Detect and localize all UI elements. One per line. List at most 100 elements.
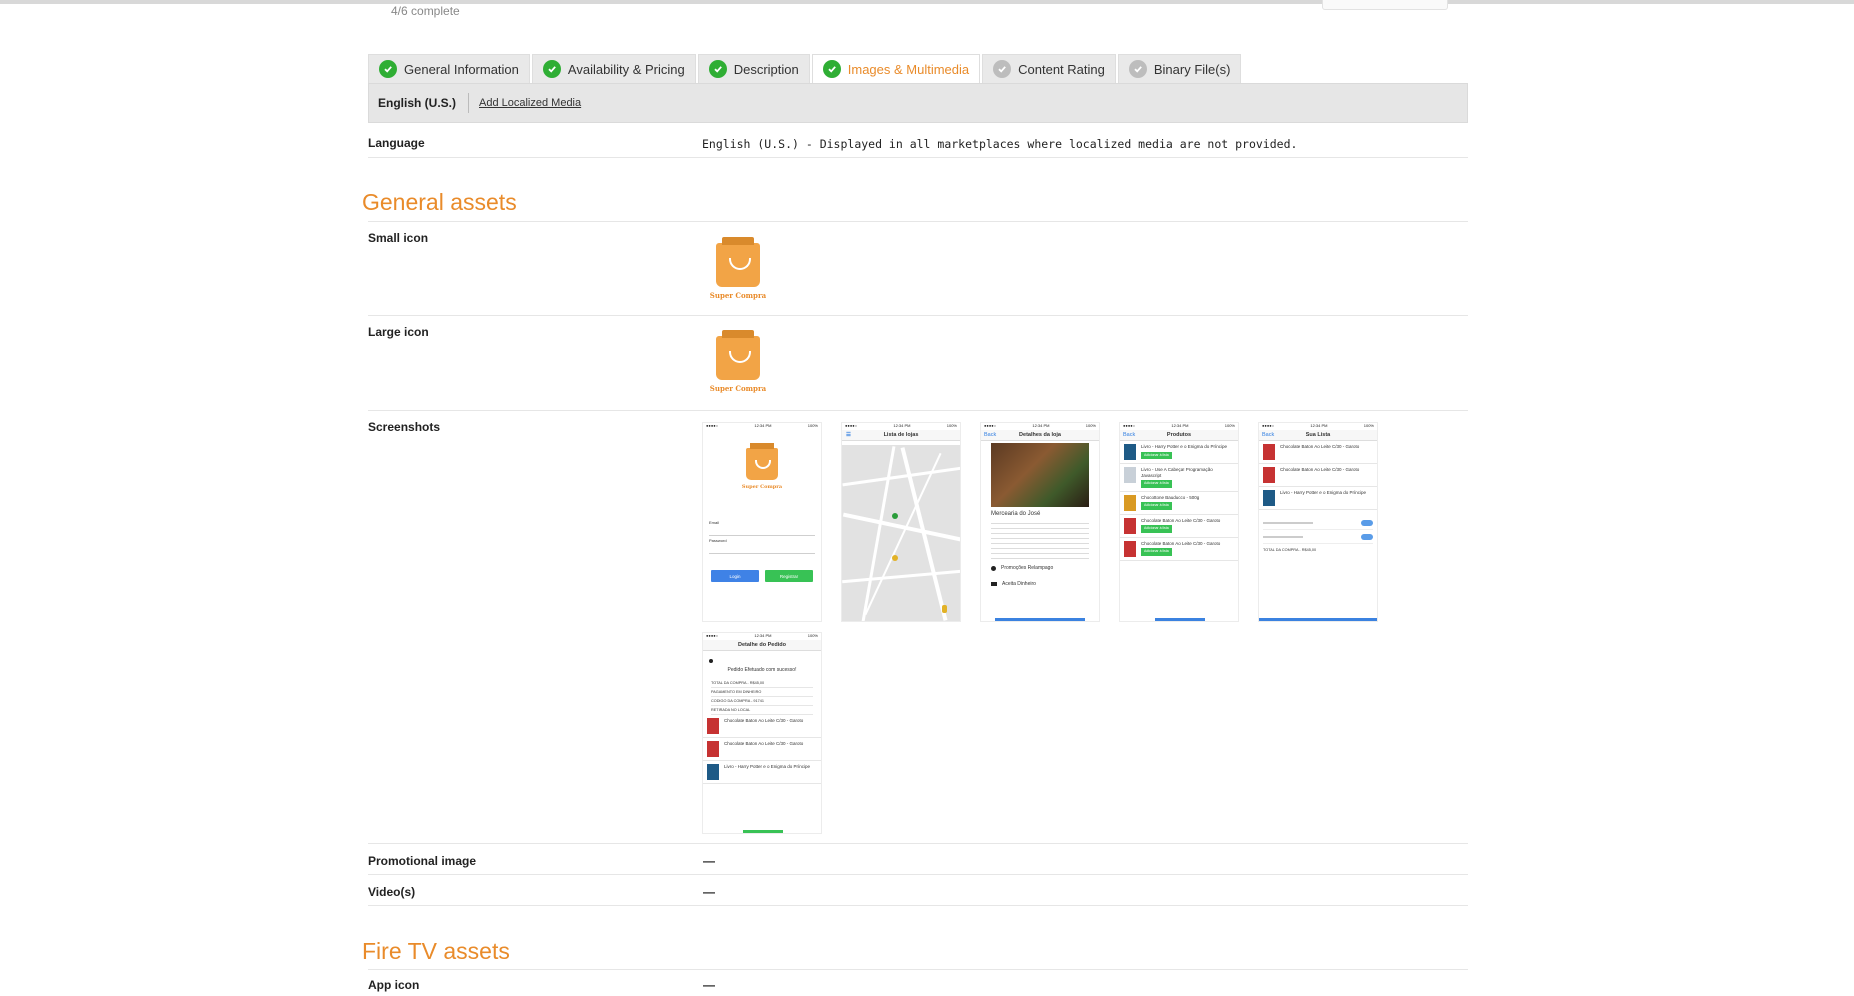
login-logo: Super Compra <box>703 443 821 518</box>
email-field[interactable]: Email <box>709 518 815 536</box>
tab-label: Binary File(s) <box>1153 61 1231 77</box>
password-field[interactable]: Password <box>709 536 815 554</box>
step-tabs: General Information Availability & Prici… <box>368 54 1243 84</box>
product-row[interactable]: Livro - Use A Cabeça! Programação Javasc… <box>1120 464 1238 492</box>
nav-title: Sua Lista <box>1305 432 1331 438</box>
payment-toggle-row <box>1263 520 1373 530</box>
screenshot-store-detail[interactable]: ●●●●○ 12:34 PM 100% Back Detalhes da loja M… <box>980 422 1100 622</box>
product-thumb <box>1124 517 1136 534</box>
product-name: Livro - Harry Potter e o Enigma do Prínc… <box>1141 444 1228 449</box>
product-thumb <box>1124 540 1136 557</box>
tab-availability-pricing[interactable]: Availability & Pricing <box>531 54 696 83</box>
check-icon <box>708 60 727 78</box>
nav-title: Produtos <box>1166 432 1192 438</box>
divider <box>368 157 1468 158</box>
nav-bar: ☰ Lista de lojas <box>842 430 960 441</box>
screenshot-cart-list[interactable]: ●●●●○ 12:34 PM 100% Back Sua Lista Chocolat… <box>1258 422 1378 622</box>
status-bar: ●●●●○ 12:34 PM 100% <box>984 423 1096 428</box>
register-button[interactable]: Registrar <box>765 570 813 582</box>
nav-bar: Back Produtos <box>1120 430 1238 441</box>
person-icon <box>942 605 947 613</box>
pickup-toggle-row <box>1263 534 1373 544</box>
map-pin-icon[interactable] <box>892 513 898 519</box>
order-success: Pedido Efetuado com sucesso! <box>709 659 815 673</box>
app-icon-label: App icon <box>368 978 420 992</box>
cash-icon <box>991 582 997 586</box>
screenshot-login[interactable]: ●●●●○ 12:34 PM 100% Super Compra Email Pas… <box>702 422 822 622</box>
top-border <box>0 0 1854 4</box>
tab-content-rating[interactable]: Content Rating <box>982 54 1116 83</box>
product-row[interactable]: Livro - Harry Potter e o Enigma do Prínc… <box>1120 441 1238 464</box>
small-app-icon: Super Compra <box>708 237 768 300</box>
order-line: TOTAL DA COMPRA - R$45,00 <box>711 679 813 688</box>
add-to-list-button[interactable]: Adicionar à lista <box>1141 480 1172 488</box>
large-icon-label: Large icon <box>368 325 429 339</box>
screenshot-products[interactable]: ●●●●○ 12:34 PM 100% Back Produtos Livro - H… <box>1119 422 1239 622</box>
action-bar[interactable] <box>1155 618 1205 621</box>
product-thumb <box>1124 494 1136 511</box>
back-link[interactable]: Back <box>984 430 996 440</box>
payment-toggle[interactable] <box>1361 520 1373 526</box>
product-name: Chocolate Baton Ao Leite C/30 - Garoto <box>1141 540 1221 546</box>
general-assets-title: General assets <box>362 189 517 215</box>
login-button[interactable]: Login <box>711 570 759 582</box>
back-link[interactable]: Back <box>1123 430 1135 440</box>
videos-value: — <box>703 885 715 899</box>
product-thumb <box>707 764 719 780</box>
list-item[interactable]: Chocolate Baton Ao Leite C/30 - Garoto <box>1259 441 1377 464</box>
order-bar[interactable] <box>743 830 783 833</box>
language-tab-english[interactable]: English (U.S.) <box>369 93 469 113</box>
divider <box>368 843 1468 844</box>
add-to-list-button[interactable]: Adicionar à lista <box>1141 502 1172 510</box>
divider <box>368 315 1468 316</box>
map-pin-icon[interactable] <box>892 555 898 561</box>
list-item-name: Chocolate Baton Ao Leite C/30 - Garoto <box>1280 444 1360 449</box>
add-to-list-button[interactable]: Adicionar à lista <box>1141 525 1172 533</box>
tab-binary-files[interactable]: Binary File(s) <box>1117 54 1242 83</box>
order-success-text: Pedido Efetuado com sucesso! <box>727 667 797 673</box>
status-bar: ●●●●○ 12:34 PM 100% <box>1123 423 1235 428</box>
product-thumb <box>1263 490 1275 506</box>
screenshot-store-map[interactable]: ●●●●○ 12:34 PM 100% ☰ Lista de lojas <box>841 422 961 622</box>
tab-label: Availability & Pricing <box>567 61 685 77</box>
product-name: Livro - Use A Cabeça! Programação Javasc… <box>1141 467 1213 478</box>
tab-images-multimedia[interactable]: Images & Multimedia <box>811 54 981 83</box>
action-bar[interactable] <box>995 618 1085 621</box>
check-icon <box>822 60 841 78</box>
divider <box>368 969 1468 970</box>
add-localized-media-link[interactable]: Add Localized Media <box>479 97 581 109</box>
order-line: PAGAMENTO EM DINHEIRO <box>711 688 813 697</box>
check-icon <box>379 60 397 78</box>
fire-tv-assets-title: Fire TV assets <box>362 938 510 964</box>
pickup-toggle[interactable] <box>1361 534 1373 540</box>
add-to-list-button[interactable]: Adicionar à lista <box>1141 548 1172 556</box>
order-item: Chocolate Baton Ao Leite C/30 - Garoto <box>703 715 821 738</box>
back-link[interactable]: Back <box>1262 430 1274 440</box>
product-row[interactable]: Chocolate Baton Ao Leite C/30 - Garoto Ad… <box>1120 515 1238 538</box>
tab-general-information[interactable]: General Information <box>368 54 530 83</box>
map-view[interactable] <box>842 445 960 621</box>
list-item[interactable]: Chocolate Baton Ao Leite C/30 - Garoto <box>1259 464 1377 487</box>
product-row[interactable]: Chocottone Bauducco - 500g Adicionar à li… <box>1120 492 1238 515</box>
top-action-button[interactable] <box>1322 0 1448 10</box>
list-item[interactable]: Livro - Harry Potter e o Enigma do Prínc… <box>1259 487 1377 510</box>
app-icon-value: — <box>703 978 715 992</box>
check-icon <box>1128 60 1147 78</box>
cart-total: TOTAL DA COMPRA - R$45,00 <box>1263 548 1317 552</box>
promo-row: Promoções Relampago <box>991 565 1089 571</box>
order-item: Chocolate Baton Ao Leite C/30 - Garoto <box>703 738 821 761</box>
nav-bar: Back Detalhes da loja <box>981 430 1099 441</box>
divider <box>368 221 1468 222</box>
list-item-name: Livro - Harry Potter e o Enigma do Prínc… <box>1280 490 1367 495</box>
divider <box>368 874 1468 875</box>
add-to-list-button[interactable]: Adicionar à lista <box>1141 451 1172 459</box>
check-icon <box>542 60 561 78</box>
tab-description[interactable]: Description <box>697 54 810 83</box>
screenshot-order-detail[interactable]: ●●●●○ 12:34 PM 100% Detalhe do Pedido Pedi… <box>702 632 822 834</box>
app-icon-name: Super Compra <box>709 291 767 300</box>
status-bar: ●●●●○ 12:34 PM 100% <box>845 423 957 428</box>
tab-label: Description <box>733 61 799 77</box>
checkout-bar[interactable] <box>1259 618 1377 621</box>
product-row[interactable]: Chocolate Baton Ao Leite C/30 - Garoto Ad… <box>1120 538 1238 561</box>
order-item-name: Chocolate Baton Ao Leite C/30 - Garoto <box>724 718 804 723</box>
